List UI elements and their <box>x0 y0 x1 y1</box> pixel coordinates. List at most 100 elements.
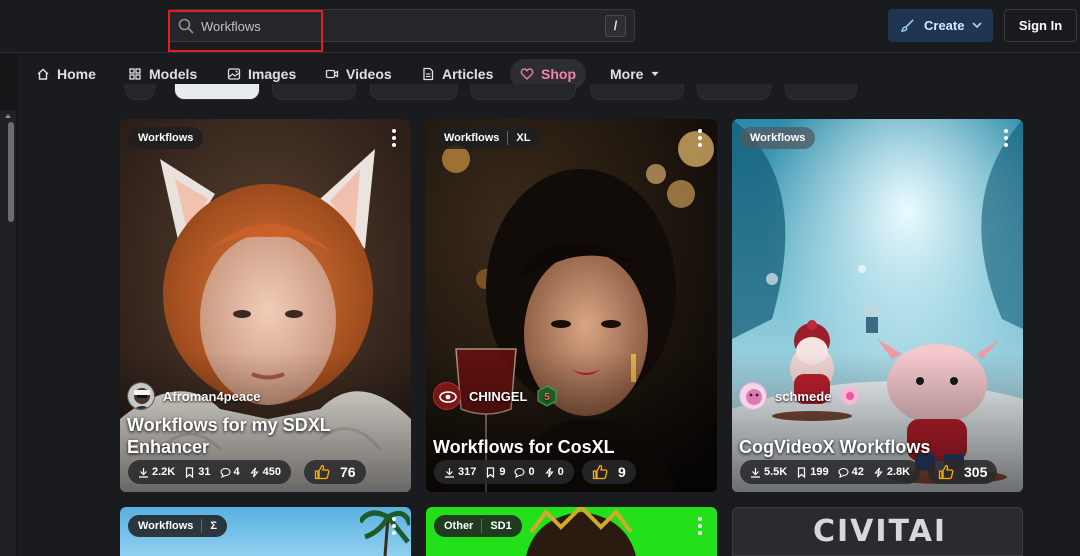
card-type-badge[interactable]: Other SD1 <box>434 515 522 537</box>
video-icon <box>325 69 339 79</box>
comment-count: 42 <box>838 466 864 478</box>
resource-card[interactable]: Workflows XL CHINGEL 5 Workflows for Cos… <box>426 119 717 492</box>
filter-chip[interactable] <box>697 84 771 100</box>
like-count[interactable]: 305 <box>928 460 998 484</box>
badge-divider <box>507 131 509 145</box>
scroll-up-arrow-icon[interactable] <box>5 114 11 118</box>
badge-label: Workflows <box>444 132 500 144</box>
download-icon <box>445 467 454 478</box>
search-icon <box>178 18 194 34</box>
card-author[interactable]: Afroman4peace <box>127 382 261 410</box>
filter-chip[interactable] <box>590 84 684 100</box>
search-shortcut-key: / <box>605 15 626 37</box>
more-options-icon[interactable] <box>1003 129 1009 149</box>
nav-videos-label: Videos <box>346 66 392 82</box>
filter-chip[interactable] <box>125 84 155 100</box>
avatar <box>433 382 461 410</box>
author-name: schmede <box>775 388 832 404</box>
card-stats: 317 9 0 0 <box>434 460 574 484</box>
thumbs-up-icon <box>314 464 330 480</box>
sign-in-button[interactable]: Sign In <box>1004 9 1077 42</box>
resource-card[interactable]: Workflows schmede CogVideoX Workflows 5.… <box>732 119 1023 492</box>
card-title[interactable]: Workflows for my SDXL Enhancer <box>127 414 397 458</box>
like-count[interactable]: 76 <box>304 460 366 484</box>
more-options-icon[interactable] <box>391 517 397 537</box>
create-button[interactable]: Create <box>888 9 993 42</box>
filter-chip-active[interactable] <box>174 84 260 100</box>
more-options-icon[interactable] <box>391 129 397 149</box>
lightning-icon <box>249 467 259 477</box>
nav-home[interactable]: Home <box>26 59 106 89</box>
download-icon <box>139 467 148 478</box>
badge-label: Workflows <box>138 520 194 532</box>
download-icon <box>751 467 760 478</box>
civitai-logo: CIVITAI <box>813 514 948 549</box>
filter-chip[interactable] <box>785 84 857 100</box>
bookmark-icon <box>186 466 194 478</box>
author-name: CHINGEL <box>469 388 528 404</box>
resource-card[interactable]: CIVITAI <box>732 507 1023 556</box>
comment-icon <box>219 467 231 478</box>
nav-home-label: Home <box>57 66 96 82</box>
author-name: Afroman4peace <box>163 388 261 404</box>
resource-card[interactable]: Other SD1 <box>426 507 717 556</box>
like-value: 305 <box>964 464 988 480</box>
search-input[interactable]: Workflows / <box>168 9 635 42</box>
filter-chip[interactable] <box>370 84 458 100</box>
article-icon <box>423 67 434 81</box>
card-stats: 5.5K 199 42 2.8K <box>740 460 921 484</box>
more-options-icon[interactable] <box>697 517 703 537</box>
bookmark-icon <box>798 466 806 478</box>
badge-label: Workflows <box>138 132 194 144</box>
card-author[interactable]: CHINGEL 5 <box>433 382 558 410</box>
create-label: Create <box>924 18 965 33</box>
like-count[interactable]: 9 <box>582 460 636 484</box>
resource-card[interactable]: Workflows Afroman4peace Workflows for my… <box>120 119 411 492</box>
card-type-badge[interactable]: Workflows <box>740 127 816 149</box>
caret-down-icon <box>651 71 660 77</box>
badge-divider <box>201 519 203 533</box>
avatar <box>739 382 767 410</box>
nav-images-label: Images <box>248 66 297 82</box>
buzz-count: 0 <box>544 466 564 478</box>
resource-card[interactable]: Workflows Σ <box>120 507 411 556</box>
brush-icon <box>900 19 914 32</box>
card-type-badge[interactable]: Workflows <box>128 127 204 149</box>
home-icon <box>37 68 49 80</box>
nav-articles-label: Articles <box>442 66 494 82</box>
download-count: 2.2K <box>138 466 175 478</box>
base-model-label: Σ <box>210 520 218 532</box>
card-title[interactable]: CogVideoX Workflows <box>739 436 1009 458</box>
card-image <box>360 510 410 556</box>
base-model-label: XL <box>516 132 531 144</box>
card-stats: 2.2K 31 4 450 <box>128 460 291 484</box>
scrollbar-thumb[interactable] <box>8 122 14 222</box>
card-type-badge[interactable]: Workflows Σ <box>128 515 228 537</box>
card-author[interactable]: schmede <box>739 382 861 410</box>
chevron-down-icon <box>972 22 982 29</box>
comment-icon <box>514 467 526 478</box>
collected-count: 199 <box>796 466 829 478</box>
grid-icon <box>129 68 141 80</box>
collected-count: 9 <box>485 466 505 478</box>
download-count: 5.5K <box>750 466 787 478</box>
filter-chip[interactable] <box>272 84 356 100</box>
search-value: Workflows <box>201 19 261 34</box>
nav-more-label: More <box>610 66 644 82</box>
like-value: 9 <box>618 464 626 480</box>
flower-badge-icon <box>841 387 860 405</box>
like-value: 76 <box>340 464 356 480</box>
lightning-icon <box>874 467 883 477</box>
card-title[interactable]: Workflows for CosXL <box>433 436 703 458</box>
badge-label: Other <box>444 520 474 532</box>
collected-count: 31 <box>184 466 211 478</box>
buzz-count: 450 <box>249 466 281 478</box>
filter-chip[interactable] <box>470 84 576 100</box>
base-model-label: SD1 <box>490 520 512 532</box>
badge-label: Workflows <box>750 132 806 144</box>
rank-badge-icon: 5 <box>536 385 557 407</box>
card-image <box>526 507 636 556</box>
download-count: 317 <box>444 466 476 478</box>
card-type-badge[interactable]: Workflows XL <box>434 127 541 149</box>
more-options-icon[interactable] <box>697 129 703 149</box>
